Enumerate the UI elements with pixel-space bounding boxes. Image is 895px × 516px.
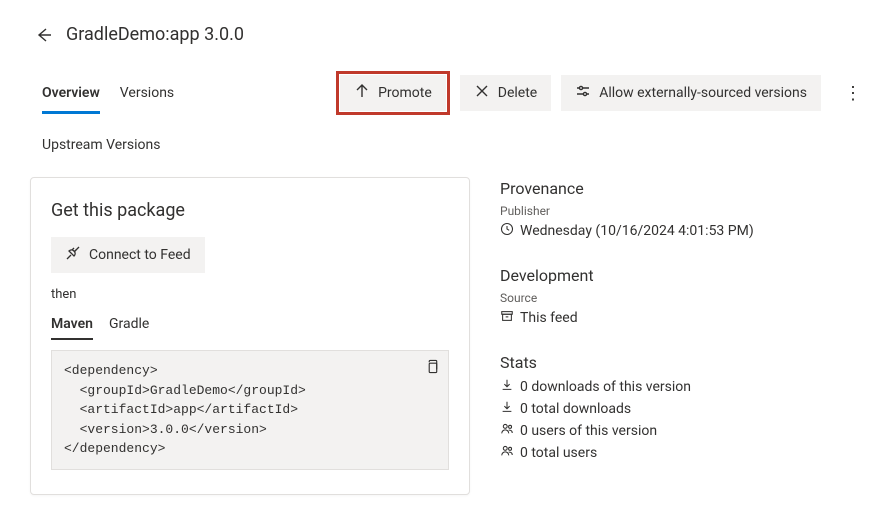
stat-users-version: 0 users of this version (500, 422, 865, 440)
stats-title: Stats (500, 353, 865, 372)
x-icon (474, 83, 490, 103)
right-column: Provenance Publisher Wednesday (10/16/20… (500, 177, 865, 495)
then-label: then (51, 287, 449, 302)
users-icon (500, 444, 514, 462)
get-package-card: Get this package Connect to Feed then Ma… (30, 177, 470, 495)
provenance-title: Provenance (500, 179, 865, 198)
publisher-label: Publisher (500, 204, 865, 218)
allow-external-label: Allow externally-sourced versions (599, 85, 807, 101)
tab-overview[interactable]: Overview (42, 79, 100, 114)
main-tabs: Overview Versions (42, 71, 174, 114)
archive-icon (500, 309, 514, 327)
delete-button[interactable]: Delete (460, 75, 551, 111)
source-label: Source (500, 291, 865, 305)
stat-downloads-total: 0 total downloads (500, 400, 865, 418)
stat-downloads-version: 0 downloads of this version (500, 378, 865, 396)
upstream-versions-heading: Upstream Versions (0, 137, 895, 153)
left-column: Get this package Connect to Feed then Ma… (30, 177, 470, 495)
source-value: This feed (520, 310, 578, 326)
users-icon (500, 422, 514, 440)
stat-users-total-value: 0 total users (520, 445, 597, 461)
subtab-maven[interactable]: Maven (51, 312, 93, 340)
download-icon (500, 400, 514, 418)
promote-button[interactable]: Promote (340, 75, 446, 111)
connect-to-feed-button[interactable]: Connect to Feed (51, 237, 205, 273)
stat-users-version-value: 0 users of this version (520, 423, 657, 439)
download-icon (500, 378, 514, 396)
published-at-line: Wednesday (10/16/2024 4:01:53 PM) (500, 222, 865, 240)
get-package-title: Get this package (51, 200, 449, 221)
code-snippet: <dependency> <groupId>GradleDemo</groupI… (51, 350, 449, 470)
stat-downloads-version-value: 0 downloads of this version (520, 379, 691, 395)
allow-external-button[interactable]: Allow externally-sourced versions (561, 75, 821, 111)
copy-icon[interactable] (425, 359, 440, 381)
development-title: Development (500, 266, 865, 285)
package-subtabs: Maven Gradle (51, 312, 449, 340)
promote-label: Promote (378, 85, 432, 101)
page-header: GradleDemo:app 3.0.0 (0, 24, 895, 45)
more-actions-icon[interactable]: ⋮ (841, 83, 865, 104)
promote-highlight: Promote (336, 71, 450, 115)
page-title: GradleDemo:app 3.0.0 (66, 24, 244, 45)
arrow-up-icon (354, 83, 370, 103)
plug-icon (65, 245, 81, 265)
connect-to-feed-label: Connect to Feed (89, 247, 191, 263)
stat-users-total: 0 total users (500, 444, 865, 462)
code-text: <dependency> <groupId>GradleDemo</groupI… (64, 363, 306, 456)
subtab-gradle[interactable]: Gradle (109, 312, 149, 340)
delete-label: Delete (498, 85, 537, 101)
back-arrow-icon[interactable] (36, 27, 52, 43)
tab-versions[interactable]: Versions (120, 79, 174, 114)
toolbar-row: Overview Versions Promote Delete Allow e… (0, 71, 895, 115)
clock-icon (500, 222, 514, 240)
published-at-value: Wednesday (10/16/2024 4:01:53 PM) (520, 223, 754, 239)
stat-downloads-total-value: 0 total downloads (520, 401, 631, 417)
source-line: This feed (500, 309, 865, 327)
sliders-icon (575, 83, 591, 103)
action-buttons: Promote Delete Allow externally-sourced … (336, 71, 865, 115)
content-area: Get this package Connect to Feed then Ma… (0, 153, 895, 495)
